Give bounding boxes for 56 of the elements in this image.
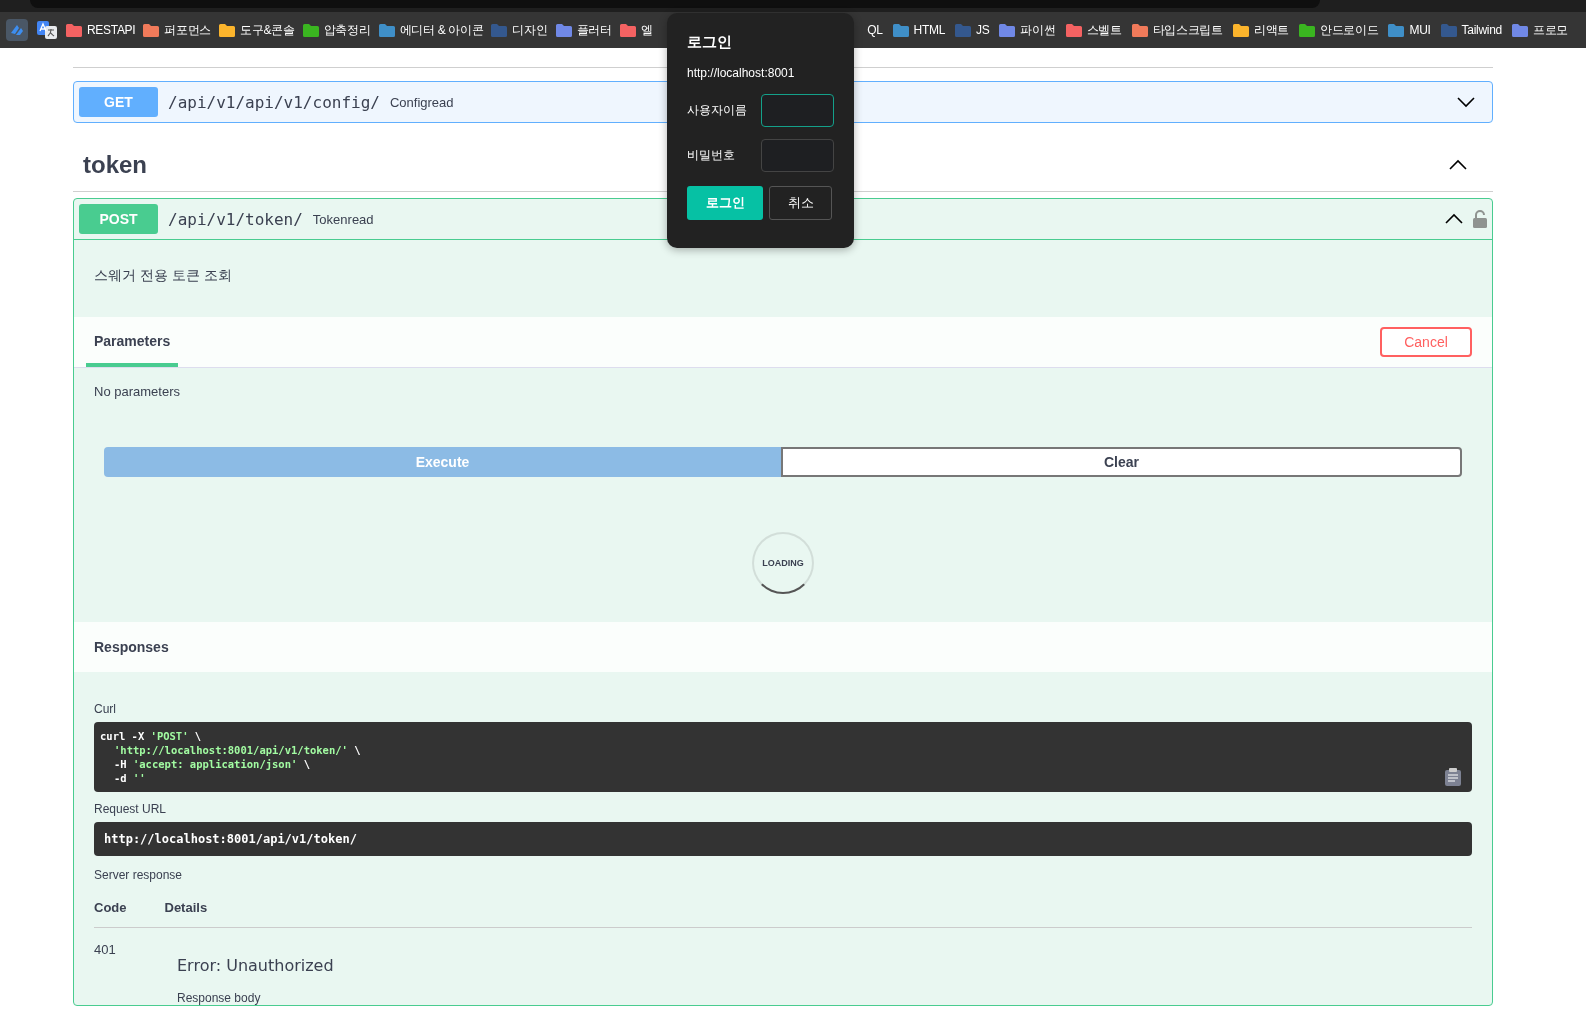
dialog-title: 로그인 — [687, 33, 733, 52]
column-header: Code — [94, 900, 127, 915]
tab[interactable]: Parameters — [86, 333, 179, 367]
loading-spinner: LOADING — [752, 532, 814, 594]
bookmark-link[interactable]: 안드로이드 — [1319, 21, 1379, 39]
responses-heading: Responses — [74, 622, 1492, 672]
field-label: 사용자이름 — [687, 102, 747, 119]
request-url-label: Request URL — [94, 802, 168, 816]
endpoint-summary: Tokenread — [312, 211, 375, 227]
chevron-icon[interactable] — [1445, 213, 1463, 225]
app-icon[interactable] — [6, 19, 28, 41]
endpoint-path: /api/v1/api/v1/config/ — [168, 92, 380, 112]
clipboard-icon[interactable] — [1444, 768, 1462, 786]
error-message: Error: Unauthorized — [177, 956, 334, 975]
bookmark-link[interactable]: 퍼포먼스 — [164, 21, 212, 39]
method-badge: GET — [79, 87, 158, 117]
bookmark-link[interactable]: 압축정리 — [323, 21, 371, 39]
bookmark-link[interactable]: 스벨트 — [1086, 21, 1122, 39]
bookmark-link[interactable]: 에디터 & 아이콘 — [399, 21, 484, 39]
no-parameters-text: No parameters — [93, 383, 181, 399]
bookmark-link[interactable]: 플러터 — [576, 21, 612, 39]
bookmark-link[interactable]: 타입스크립트 — [1152, 21, 1223, 39]
method-badge: POST — [79, 204, 158, 234]
bookmark-link[interactable]: 도구&콘솔 — [240, 21, 295, 39]
bookmark-link[interactable]: 리액트 — [1253, 21, 1289, 39]
chevron-icon[interactable] — [1457, 96, 1475, 108]
chevron-icon[interactable] — [1449, 159, 1467, 171]
bookmark-link[interactable]: JS — [976, 23, 990, 37]
curl-code: curl -X 'POST' \ 'http://localhost:8001/api/v1/token/' \ -H 'accept: application/json' \ -d '' — [94, 722, 1472, 792]
tag-heading[interactable]: token — [83, 151, 147, 179]
bookmark-link[interactable]: 파이썬 — [1020, 21, 1056, 39]
input-field[interactable] — [761, 94, 834, 127]
bookmark-link[interactable]: QL — [867, 23, 883, 37]
server-response-label: Server response — [94, 868, 184, 882]
translate-icon[interactable] — [36, 19, 58, 41]
cancel-button[interactable]: 취소 — [769, 186, 832, 220]
dialog-url: http://localhost:8001 — [687, 66, 796, 80]
bookmark-link[interactable]: 디자인 — [512, 21, 548, 39]
column-header: Details — [164, 900, 208, 915]
lock-icon[interactable] — [1473, 210, 1487, 228]
bookmark-link[interactable]: RESTAPI — [87, 23, 136, 37]
bookmark-link[interactable]: MUI — [1409, 23, 1431, 37]
bookmark-link[interactable]: Tailwind — [1461, 23, 1502, 37]
operation-description: 스웨거 전용 토큰 조회 — [93, 266, 233, 285]
clear-button[interactable]: Clear — [781, 447, 1462, 477]
input-field[interactable] — [761, 139, 834, 172]
response-code: 401 — [94, 942, 117, 959]
bookmark-link[interactable]: 엘 — [640, 21, 653, 39]
curl-label: Curl — [94, 702, 117, 716]
field-label: 비밀번호 — [687, 147, 735, 164]
endpoint-summary: Configread — [389, 94, 455, 110]
request-url: http://localhost:8001/api/v1/token/ — [94, 822, 1472, 856]
bookmark-link[interactable]: 프로모 — [1532, 21, 1568, 39]
response-body-label: Response body — [177, 991, 262, 1005]
endpoint-path: /api/v1/token/ — [168, 209, 303, 229]
bookmark-link[interactable]: HTML — [913, 23, 946, 37]
